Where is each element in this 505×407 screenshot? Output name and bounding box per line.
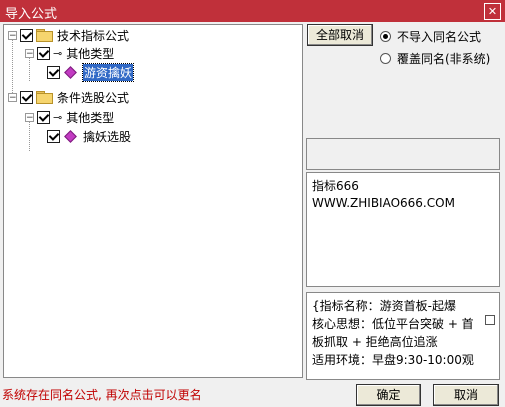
tree-line: [12, 35, 13, 97]
info-panel: 指标666 WWW.ZHIBIAO666.COM: [306, 172, 500, 287]
tree-node-label: 其他类型: [66, 46, 115, 61]
tree-node-label: 擒妖选股: [83, 129, 132, 144]
radio-overwrite-same[interactable]: 覆盖同名(非系统): [380, 50, 490, 67]
deselect-all-button[interactable]: 全部取消: [307, 24, 373, 46]
tree-node-label: 技术指标公式: [57, 28, 130, 43]
tree-node-formula[interactable]: 擒妖选股: [44, 128, 131, 144]
checkbox-checked-icon[interactable]: [47, 129, 60, 143]
checkbox-checked-icon[interactable]: [20, 28, 33, 42]
checkbox-checked-icon[interactable]: [37, 46, 50, 60]
tree-line: [29, 121, 30, 151]
tree-node-screener[interactable]: − 条件选股公式: [8, 89, 129, 105]
desc-line: 核心思想：低位平台突破 + 首: [312, 317, 474, 331]
collapse-icon[interactable]: −: [8, 30, 17, 40]
title-bar: 导入公式 ✕: [0, 0, 505, 22]
radio-no-import-same[interactable]: 不导入同名公式: [380, 28, 481, 45]
desc-line: 适用环境：早盘9:30-10:00观: [312, 353, 474, 367]
tree-node-label: 其他类型: [66, 110, 115, 125]
dialog-body: − 技术指标公式 − ⊸ 其他类型 游资擒妖 − 条件选股公式 − ⊸ 其他类型…: [0, 22, 505, 407]
checkbox-checked-icon[interactable]: [20, 90, 33, 104]
desc-line: 板抓取 + 拒绝高位追涨: [312, 335, 438, 349]
tree-node-label: 条件选股公式: [57, 90, 130, 105]
radio-selected-icon[interactable]: [380, 31, 391, 42]
key-icon: ⊸: [53, 46, 62, 60]
tree-node-label-selected: 游资擒妖: [81, 62, 135, 82]
radio-label: 不导入同名公式: [397, 30, 482, 44]
scroll-checkbox-icon[interactable]: [485, 315, 495, 325]
tree-node-technical[interactable]: − 技术指标公式: [8, 27, 129, 43]
key-icon: ⊸: [53, 110, 62, 124]
window-title: 导入公式: [5, 7, 58, 22]
checkbox-checked-icon[interactable]: [47, 65, 60, 79]
checkbox-checked-icon[interactable]: [37, 110, 50, 124]
radio-label: 覆盖同名(非系统): [397, 52, 491, 66]
blank-panel: [306, 138, 500, 170]
folder-icon: [36, 29, 53, 42]
folder-icon: [36, 91, 53, 104]
desc-line: {指标名称：游资首板-起爆: [312, 299, 456, 313]
radio-unselected-icon[interactable]: [380, 53, 391, 64]
info-line: WWW.ZHIBIAO666.COM: [312, 196, 455, 210]
status-message: 系统存在同名公式, 再次点击可以更名: [2, 388, 202, 402]
description-panel: {指标名称：游资首板-起爆 核心思想：低位平台突破 + 首 板抓取 + 拒绝高位…: [306, 292, 500, 380]
info-line: 指标666: [312, 179, 359, 193]
formula-tree[interactable]: − 技术指标公式 − ⊸ 其他类型 游资擒妖 − 条件选股公式 − ⊸ 其他类型…: [3, 24, 303, 378]
diamond-icon: [64, 65, 77, 79]
diamond-icon: [64, 129, 77, 143]
cancel-button[interactable]: 取消: [433, 384, 499, 406]
collapse-icon[interactable]: −: [25, 48, 34, 58]
tree-node-other-type[interactable]: − ⊸ 其他类型: [25, 109, 114, 125]
collapse-icon[interactable]: −: [8, 92, 17, 102]
tree-node-formula[interactable]: 游资擒妖: [44, 62, 135, 82]
tree-node-other-type[interactable]: − ⊸ 其他类型: [25, 45, 114, 61]
collapse-icon[interactable]: −: [25, 112, 34, 122]
close-icon[interactable]: ✕: [484, 3, 501, 20]
ok-button[interactable]: 确定: [356, 384, 421, 406]
